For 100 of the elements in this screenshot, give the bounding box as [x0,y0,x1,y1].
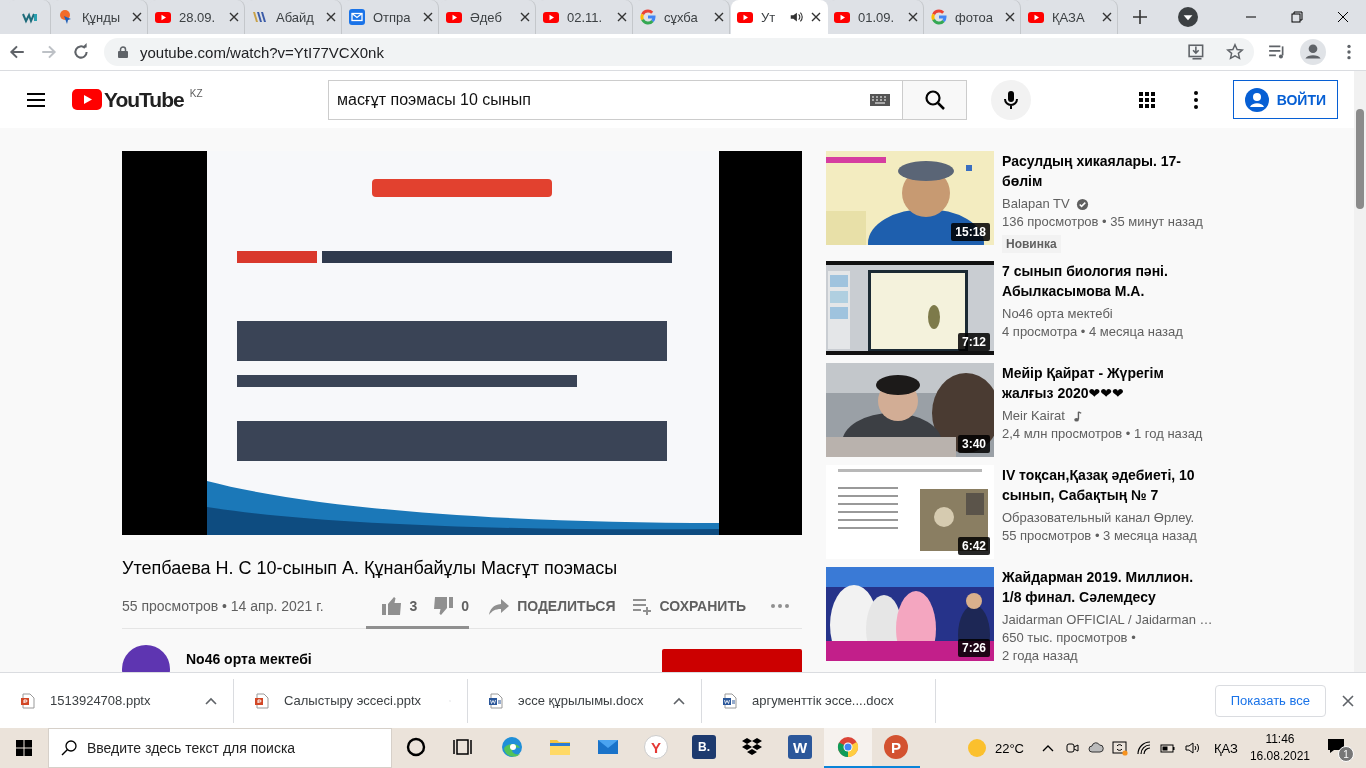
duration-badge: 15:18 [951,223,990,241]
browser-tab[interactable]: фотоа [925,0,1022,34]
search-button[interactable] [903,79,967,120]
tab-search-icon[interactable] [1178,7,1198,27]
voice-search-button[interactable] [991,79,1031,120]
play-logo-icon [834,9,850,25]
video-title[interactable]: Мейір Қайрат - Жүрегім жалғыз 2020❤❤❤ [1002,363,1212,403]
browser-tab[interactable]: Ут [731,0,828,34]
video-stats: 650 тыс. просмотров • [1002,629,1137,647]
ring-logo-icon [931,9,947,25]
presentation-file-icon [254,692,270,709]
close-icon[interactable] [714,12,724,22]
sync-icon[interactable] [1112,740,1128,756]
youtube-logo[interactable]: YouTube $^{KZ}$ [72,87,203,112]
close-icon[interactable] [811,12,821,22]
sign-in-button[interactable]: ВОЙТИ [1232,80,1338,119]
dislike-button[interactable]: 0 [431,594,470,618]
search-field[interactable]: масғұт поэмасы 10 сынып [328,79,903,120]
video-title[interactable]: IV тоқсан,Қазақ әдебиеті, 10 сынып, Сабақтың № 7 [1002,465,1212,505]
browser-tab[interactable]: 02.11. [537,0,634,34]
search-icon [922,87,947,112]
video-title[interactable]: Жайдарман 2019. Миллион. 1/8 финал. Сәлемдесу [1002,567,1212,607]
download-item[interactable]: аргументтік эссе....docx [702,678,936,723]
download-item[interactable]: эссе құрылымы.docx [468,678,702,723]
share-button[interactable]: ПОДЕЛИТЬСЯ [487,594,616,618]
channel-name[interactable]: Meir Kairat [1002,407,1065,425]
reload-icon[interactable] [72,43,90,61]
profile-icon[interactable] [1300,39,1326,65]
scrollbar[interactable] [1354,71,1366,672]
browser-tab[interactable]: Абайд [246,0,343,34]
restore-icon[interactable] [1291,11,1303,23]
notifications-icon[interactable] [1326,736,1346,756]
save-button[interactable]: СОХРАНИТЬ [629,594,746,618]
close-icon[interactable] [1337,11,1349,23]
keyboard-icon[interactable] [870,93,890,106]
taskbar-button[interactable]: P [872,728,920,768]
close-icon[interactable] [326,12,336,22]
install-icon[interactable] [1188,43,1206,61]
duration-badge: 7:12 [957,333,990,351]
close-icon[interactable] [1005,12,1015,22]
close-icon[interactable] [1102,12,1112,22]
download-item[interactable]: Салыстыру эссесі.pptx [234,678,468,723]
browser-tab[interactable]: Отпра [343,0,440,34]
star-icon[interactable] [1226,43,1244,61]
yandex-browser-icon[interactable]: Y [644,735,668,759]
taskbar-search-field[interactable]: Введите здесь текст для поиска [48,728,392,768]
start-icon[interactable] [16,740,32,756]
channel-name[interactable]: Jaidarman OFFICIAL / Jaidarman … [1002,611,1213,629]
video-stats: 2,4 млн просмотров • 1 год назад [1002,425,1204,443]
channel-name[interactable]: No46 орта мектебі [1002,305,1113,323]
reading-list-icon[interactable] [1268,43,1286,61]
channel-name[interactable]: Balapan TV [1002,195,1070,213]
back-icon[interactable] [8,43,26,61]
wifi-icon[interactable] [1136,740,1152,756]
video-camera-icon[interactable] [1064,740,1080,756]
browser-tab[interactable]: 01.09. [828,0,925,34]
video-stats: 136 просмотров • 35 минут назад [1002,213,1204,231]
browser-tab[interactable]: Әдеб [440,0,537,34]
close-icon[interactable] [132,12,142,22]
play-logo-icon [1028,9,1044,25]
language-indicator[interactable]: ҚАЗ [1214,740,1238,756]
channel-name[interactable]: Образовательный канал Өрлеу. [1002,509,1195,527]
browser-tab[interactable]: сұхба [634,0,731,34]
play-logo-icon [446,9,462,25]
browser-icon[interactable] [500,735,524,759]
envelope-icon [349,9,365,25]
word-icon[interactable]: W [788,735,812,759]
video-stats: 55 просмотров • 3 месяца назад [1002,527,1198,545]
close-icon[interactable] [423,12,433,22]
temperature[interactable]: 22°C [994,740,1024,756]
powerpoint-icon[interactable]: P [884,735,908,759]
video-title[interactable]: 7 сынып биология пәні. Абылкасымова М.А. [1002,261,1212,301]
duration-badge: 3:40 [957,435,990,453]
cloud-icon[interactable] [1088,740,1104,756]
like-button[interactable]: 3 [379,594,418,618]
close-icon[interactable] [1342,694,1354,707]
video-title[interactable]: Расулдың хикаялары. 17-бөлім [1002,151,1212,191]
play-logo-icon [543,9,559,25]
clock[interactable]: 11:46 16.08.2021 [1249,731,1310,765]
close-icon[interactable] [520,12,530,22]
close-icon[interactable] [908,12,918,22]
browser-tab[interactable]: ҚАЗА [1022,0,1119,34]
new-tab-icon[interactable] [1133,10,1147,24]
browser-tab[interactable]: 28.09. [149,0,246,34]
bitrix-icon[interactable]: B. [692,735,716,759]
show-all-button[interactable]: Показать все [1214,684,1326,717]
close-icon[interactable] [229,12,239,22]
download-item[interactable]: 1513924708.pptx [0,678,234,723]
speaker-icon[interactable] [789,10,803,24]
thumbs-down-icon [431,594,456,618]
channel-name[interactable]: No46 орта мектебі [186,651,312,667]
close-icon[interactable] [617,12,627,22]
taskbar-button[interactable] [824,728,872,768]
address-field[interactable]: youtube.com/watch?v=YtI77VCX0nk [104,38,1254,66]
browser-tab[interactable]: Құнды [52,0,149,34]
circle-icon[interactable] [404,735,428,759]
volume-icon[interactable] [1184,740,1200,756]
play-logo-icon [155,9,171,25]
video-stats: 4 просмотра • 4 месяца назад [1002,323,1184,341]
chrome-icon[interactable] [836,735,860,759]
